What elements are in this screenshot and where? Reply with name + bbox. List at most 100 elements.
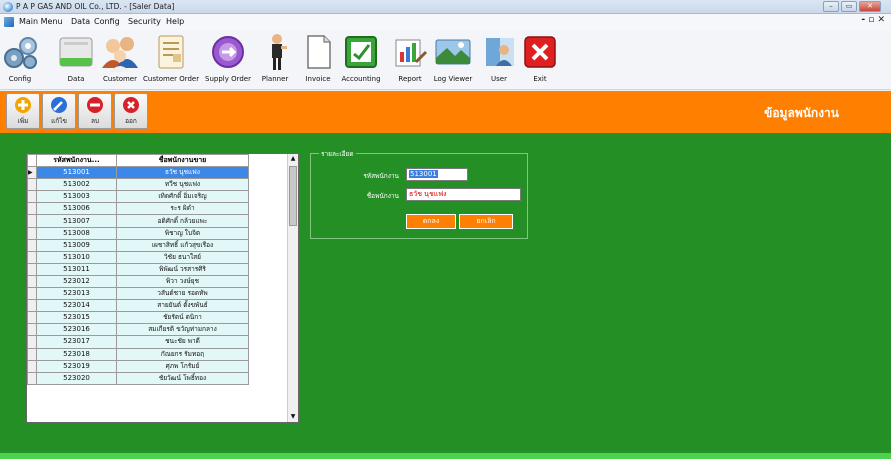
- cell-employee-id[interactable]: 523013: [36, 287, 117, 301]
- scroll-thumb[interactable]: [289, 166, 297, 226]
- row-header[interactable]: [27, 274, 37, 289]
- table-row[interactable]: 523019 ศุภพ โกรัมย์: [27, 359, 249, 373]
- row-header[interactable]: [27, 190, 37, 204]
- employee-name-field[interactable]: ธวัช นุชแฟง: [406, 188, 521, 201]
- delete-button[interactable]: ลบ: [78, 93, 112, 129]
- cell-employee-id[interactable]: 523020: [36, 371, 117, 385]
- row-header[interactable]: [27, 238, 37, 252]
- toolbar-config-button[interactable]: Config: [0, 32, 40, 83]
- cell-employee-name[interactable]: ธวัช นุชแฟง: [116, 166, 249, 180]
- table-row[interactable]: 513009 เผชาสิทธิ์ แก้วสุขเรือง: [27, 238, 249, 252]
- row-header[interactable]: [27, 311, 37, 325]
- cell-employee-name[interactable]: สายยันต์ ตั้งขพันธ์: [116, 299, 249, 313]
- row-header[interactable]: [27, 226, 37, 240]
- row-header[interactable]: [27, 335, 37, 349]
- row-header[interactable]: [27, 178, 37, 192]
- cell-employee-id[interactable]: 523018: [36, 347, 117, 361]
- close-window-button[interactable]: ✕: [859, 1, 881, 12]
- cell-employee-id[interactable]: 513003: [36, 190, 117, 204]
- toolbar-log-viewer-button[interactable]: Log Viewer: [430, 32, 476, 83]
- toolbar-exit-button[interactable]: Exit: [520, 32, 560, 83]
- menu-config[interactable]: Config: [94, 16, 120, 28]
- row-header[interactable]: [27, 262, 37, 276]
- table-row[interactable]: 513010 วิชัย ธนาใสย์: [27, 250, 249, 264]
- maximize-button[interactable]: ▭: [841, 1, 857, 12]
- row-header[interactable]: [27, 359, 37, 373]
- cell-employee-name[interactable]: พิวา วงษ์ยุช: [116, 274, 249, 289]
- menu-help[interactable]: Help: [166, 16, 184, 28]
- cell-employee-name[interactable]: ชัยวัฒน์ โพธิ์ทอง: [116, 371, 249, 385]
- add-button[interactable]: เพิ่ม: [6, 93, 40, 129]
- scroll-down-arrow-icon[interactable]: ▼: [289, 412, 297, 422]
- table-row[interactable]: 513007 อดิศักดิ์ กล้วยแพะ: [27, 214, 249, 228]
- cell-employee-name[interactable]: ชัยรัตน์ ตนิกา: [116, 311, 249, 325]
- scroll-up-arrow-icon[interactable]: ▲: [289, 154, 297, 164]
- table-row[interactable]: 523015 ชัยรัตน์ ตนิกา: [27, 311, 249, 325]
- table-row[interactable]: 513003 เทิดศักดิ์ อิ่มเจริญ: [27, 190, 249, 204]
- row-header[interactable]: [27, 202, 37, 216]
- column-header-name[interactable]: ชื่อพนักงานขาย: [116, 154, 249, 168]
- row-header[interactable]: [27, 371, 37, 385]
- cell-employee-id[interactable]: 523014: [36, 299, 117, 313]
- cell-employee-name[interactable]: เผชาสิทธิ์ แก้วสุขเรือง: [116, 238, 249, 252]
- toolbar-invoice-button[interactable]: Invoice: [298, 32, 338, 83]
- cell-employee-id[interactable]: 513006: [36, 202, 117, 216]
- table-row[interactable]: 523016 สมเกียรติ ขวัญท่ามกลาง: [27, 323, 249, 337]
- cell-employee-id[interactable]: 523017: [36, 335, 117, 349]
- table-row[interactable]: 523018 กัณยกร รัมทอฤ: [27, 347, 249, 361]
- table-row[interactable]: 513008 พิชาญ ใบจิต: [27, 226, 249, 240]
- cell-employee-name[interactable]: ระร ผิดำ: [116, 202, 249, 216]
- toolbar-planner-button[interactable]: Planner: [257, 32, 293, 83]
- cell-employee-id[interactable]: 513010: [36, 250, 117, 264]
- table-row[interactable]: 513011 พิพัฒน์ วรสารศิริ: [27, 262, 249, 276]
- table-row[interactable]: 513002 ทวีช นุชแฟง: [27, 178, 249, 192]
- menu-security[interactable]: Security: [128, 16, 161, 28]
- cancel-button[interactable]: ยกเลิก: [459, 214, 513, 229]
- cell-employee-id[interactable]: 513002: [36, 178, 117, 192]
- toolbar-accounting-button[interactable]: Accounting: [340, 32, 382, 83]
- menu-main[interactable]: Main Menu: [19, 16, 63, 28]
- cell-employee-id[interactable]: 513009: [36, 238, 117, 252]
- cell-employee-name[interactable]: สมเกียรติ ขวัญท่ามกลาง: [116, 323, 249, 337]
- toolbar-supply-order-button[interactable]: Supply Order: [204, 32, 252, 83]
- cell-employee-id[interactable]: 523012: [36, 274, 117, 289]
- row-header[interactable]: [27, 250, 37, 264]
- cell-employee-name[interactable]: อดิศักดิ์ กล้วยแพะ: [116, 214, 249, 228]
- table-row[interactable]: 523020 ชัยวัฒน์ โพธิ์ทอง: [27, 371, 249, 385]
- toolbar-user-button[interactable]: User: [480, 32, 518, 83]
- table-row[interactable]: 523017 ชนะชัย พาดี: [27, 335, 249, 349]
- row-header[interactable]: [27, 323, 37, 337]
- table-row[interactable]: 523014 สายยันต์ ตั้งขพันธ์: [27, 299, 249, 313]
- menu-data[interactable]: Data: [71, 16, 90, 28]
- cell-employee-id[interactable]: 513011: [36, 262, 117, 276]
- minimize-button[interactable]: –: [823, 1, 839, 12]
- cell-employee-id[interactable]: 513007: [36, 214, 117, 228]
- cell-employee-id[interactable]: 513001: [36, 166, 117, 180]
- cell-employee-name[interactable]: วิชัย ธนาใสย์: [116, 250, 249, 264]
- table-row[interactable]: 523012 พิวา วงษ์ยุช: [27, 274, 249, 289]
- table-row[interactable]: ▶ 513001 ธวัช นุชแฟง: [27, 166, 249, 180]
- cell-employee-id[interactable]: 513008: [36, 226, 117, 240]
- row-header[interactable]: [27, 214, 37, 228]
- cell-employee-id[interactable]: 523019: [36, 359, 117, 373]
- row-header[interactable]: [27, 287, 37, 301]
- cell-employee-name[interactable]: ทวีช นุชแฟง: [116, 178, 249, 192]
- cell-employee-name[interactable]: พิชาญ ใบจิต: [116, 226, 249, 240]
- table-row[interactable]: 513006 ระร ผิดำ: [27, 202, 249, 216]
- cell-employee-name[interactable]: ศุภพ โกรัมย์: [116, 359, 249, 373]
- cell-employee-name[interactable]: กัณยกร รัมทอฤ: [116, 347, 249, 361]
- cell-employee-name[interactable]: พิพัฒน์ วรสารศิริ: [116, 262, 249, 276]
- table-row[interactable]: 523013 วสันต์ชาย รอดทัพ: [27, 287, 249, 301]
- exit-form-button[interactable]: ออก: [114, 93, 148, 129]
- ok-button[interactable]: ตกลง: [406, 214, 456, 229]
- row-header[interactable]: [27, 299, 37, 313]
- row-header[interactable]: ▶: [27, 166, 37, 180]
- mdi-controls[interactable]: - ▫ ✕: [861, 15, 885, 25]
- toolbar-data-button[interactable]: Data: [56, 32, 96, 83]
- toolbar-customer-order-button[interactable]: Customer Order: [143, 32, 199, 83]
- cell-employee-name[interactable]: วสันต์ชาย รอดทัพ: [116, 287, 249, 301]
- employee-id-field[interactable]: 513001: [406, 168, 468, 181]
- toolbar-customer-button[interactable]: Customer: [99, 32, 141, 83]
- cell-employee-name[interactable]: เทิดศักดิ์ อิ่มเจริญ: [116, 190, 249, 204]
- cell-employee-id[interactable]: 523016: [36, 323, 117, 337]
